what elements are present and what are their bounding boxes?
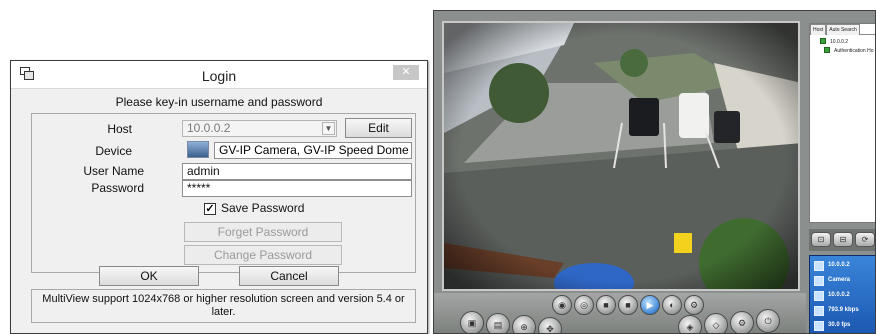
- dialog-title: Login: [201, 68, 237, 84]
- host-icon: [814, 261, 824, 271]
- edit-button[interactable]: Edit: [345, 118, 412, 138]
- status-camera-text: Camera: [828, 277, 851, 283]
- host-tabs: Host Auto Search: [810, 24, 875, 35]
- device-label: Device: [95, 144, 132, 158]
- playback-controls: ◉ ◎ ■ ■ ▶ ◐ ⚙ ▣ ▤ ⊕ ✥ ◈ ◇ ⚙ ⏻: [434, 293, 806, 333]
- host-label: Host: [107, 122, 132, 136]
- host-value: 10.0.0.2: [187, 121, 231, 135]
- forget-password-button[interactable]: Forget Password: [184, 222, 342, 242]
- stop-icon[interactable]: ■: [618, 295, 638, 315]
- play-icon[interactable]: ▶: [640, 295, 660, 315]
- host-panel: Host Auto Search 10.0.0.2 Authentication …: [809, 23, 875, 333]
- cancel-button[interactable]: Cancel: [239, 266, 339, 286]
- device-value: GV-IP Camera, GV-IP Speed Dome: [214, 142, 412, 159]
- status-ip: 10.0.0.2: [814, 289, 875, 303]
- exit-icon[interactable]: ⏻: [756, 309, 780, 333]
- password-label: Password: [91, 181, 144, 195]
- status-bitrate-text: 793.9 kbps: [828, 307, 859, 313]
- tree-item-auth[interactable]: Authentication Ho: [834, 48, 873, 54]
- sequence-icon[interactable]: ◈: [678, 315, 702, 333]
- chevron-down-icon[interactable]: ▼: [322, 122, 335, 135]
- record-icon[interactable]: ■: [596, 295, 616, 315]
- ok-button[interactable]: OK: [99, 266, 199, 286]
- username-label: User Name: [83, 164, 144, 178]
- password-input[interactable]: *****: [182, 180, 412, 197]
- status-bitrate: 793.9 kbps: [814, 304, 875, 318]
- status-camera: Camera: [814, 274, 875, 288]
- tab-auto-search[interactable]: Auto Search: [826, 24, 860, 35]
- zoom-icon[interactable]: ⊕: [512, 315, 536, 333]
- host-node-icon: [820, 38, 826, 44]
- panel-buttons: ⊡ ⊟ ⟳: [809, 229, 875, 251]
- disconnect-icon[interactable]: ⊟: [833, 232, 853, 247]
- save-password-label: Save Password: [221, 201, 305, 215]
- audio-icon[interactable]: ◐: [662, 295, 682, 315]
- config-icon[interactable]: ⚙: [730, 311, 754, 333]
- title-bar[interactable]: Login ✕: [11, 61, 427, 89]
- camera-icon[interactable]: ◎: [574, 295, 594, 315]
- credentials-group: Host 10.0.0.2 ▼ Edit Device GV-IP Camera…: [31, 113, 416, 273]
- host-dropdown[interactable]: 10.0.0.2 ▼: [182, 120, 337, 137]
- tree-item-host[interactable]: 10.0.0.2: [830, 39, 848, 45]
- fps-icon: [814, 321, 824, 331]
- status-host: 10.0.0.2: [814, 259, 875, 273]
- host-tree: Host Auto Search 10.0.0.2 Authentication …: [809, 23, 875, 223]
- device-icon: [187, 141, 209, 158]
- viewer-window: ◉ ◎ ■ ■ ▶ ◐ ⚙ ▣ ▤ ⊕ ✥ ◈ ◇ ⚙ ⏻ Host Auto S…: [433, 10, 876, 334]
- tab-host[interactable]: Host: [810, 24, 827, 35]
- status-ip-text: 10.0.0.2: [828, 292, 850, 298]
- view-mode-icon[interactable]: ▣: [460, 311, 484, 333]
- camera-scene: [444, 23, 798, 289]
- auth-node-icon: [824, 47, 830, 53]
- status-fps: 30.0 fps: [814, 319, 875, 333]
- login-prompt: Please key-in username and password: [115, 95, 323, 109]
- close-button[interactable]: ✕: [393, 65, 419, 80]
- refresh-icon[interactable]: ⟳: [855, 232, 875, 247]
- io-icon[interactable]: ◇: [704, 313, 728, 333]
- username-input[interactable]: admin: [182, 163, 412, 180]
- layout-icon[interactable]: ▤: [486, 313, 510, 333]
- status-fps-text: 30.0 fps: [828, 322, 851, 328]
- status-host-text: 10.0.0.2: [828, 262, 850, 268]
- camera-video[interactable]: [442, 21, 800, 291]
- ptz-icon[interactable]: ✥: [538, 317, 562, 333]
- connect-icon[interactable]: ⊡: [811, 232, 831, 247]
- settings-icon[interactable]: ⚙: [684, 295, 704, 315]
- change-password-button[interactable]: Change Password: [184, 245, 342, 265]
- status-panel: 10.0.0.2 Camera 10.0.0.2 793.9 kbps 30.0…: [809, 255, 875, 333]
- login-dialog: Login ✕ Please key-in username and passw…: [10, 60, 428, 334]
- save-password-checkbox[interactable]: ✓: [204, 203, 216, 215]
- resolution-notice: MultiView support 1024x768 or higher res…: [31, 289, 416, 323]
- camera-icon: [814, 276, 824, 286]
- ip-icon: [814, 291, 824, 301]
- bitrate-icon: [814, 306, 824, 316]
- snapshot-icon[interactable]: ◉: [552, 295, 572, 315]
